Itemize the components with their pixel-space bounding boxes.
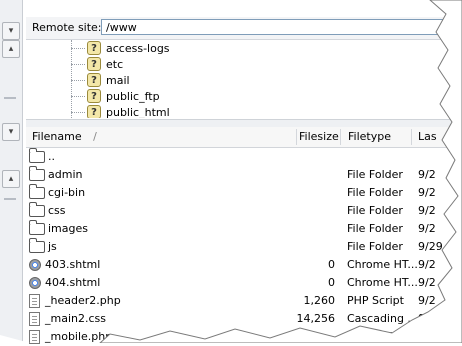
- chevron-down-icon[interactable]: ▾: [2, 22, 20, 40]
- file-name: _mobile.php: [45, 330, 113, 343]
- question-folder-icon: ?: [87, 105, 101, 118]
- file-type: File Folder: [347, 240, 403, 253]
- tree-branch: [71, 95, 85, 97]
- table-row[interactable]: css File Folder 9/2: [26, 202, 462, 220]
- file-name: js: [48, 240, 57, 253]
- file-size: 0: [328, 276, 335, 289]
- file-type: File Folder: [347, 222, 403, 235]
- file-size: 0: [328, 258, 335, 271]
- css-file-icon: [29, 312, 40, 326]
- table-row[interactable]: admin File Folder 9/2: [26, 166, 462, 184]
- column-filetype[interactable]: Filetype: [348, 130, 391, 144]
- remote-site-label: Remote site:: [32, 21, 102, 34]
- file-type: File Folder: [347, 204, 403, 217]
- splitter-grip[interactable]: [4, 198, 16, 200]
- tree-item-label: mail: [106, 73, 130, 87]
- file-type: PHP Script: [347, 330, 404, 343]
- file-name: images: [48, 222, 88, 235]
- file-name: css: [48, 204, 66, 217]
- remote-directory-tree: ? access-logs ? etc ? mail ? public_ftp …: [26, 40, 462, 118]
- column-filesize[interactable]: Filesize: [299, 130, 339, 144]
- file-date: 9/2: [418, 258, 436, 271]
- table-row[interactable]: cgi-bin File Folder 9/2: [26, 184, 462, 202]
- file-list: .. admin File Folder 9/2 cgi-bin File Fo…: [26, 148, 462, 346]
- tree-item[interactable]: ? public_html: [71, 104, 170, 118]
- chevron-up-icon[interactable]: ▴: [2, 170, 20, 188]
- column-divider[interactable]: [296, 129, 297, 145]
- file-date: 9/29: [418, 240, 443, 253]
- php-file-icon: [29, 294, 40, 308]
- file-list-header: Filename / Filesize Filetype Las: [26, 127, 462, 148]
- column-filename[interactable]: Filename /: [32, 130, 97, 144]
- tree-item-label: access-logs: [106, 41, 170, 55]
- folder-icon: [29, 220, 45, 235]
- table-row[interactable]: _header2.php 1,260 PHP Script 9/2: [26, 292, 462, 310]
- chevron-up-icon[interactable]: ▴: [2, 40, 20, 58]
- tree-item-label: public_html: [106, 105, 170, 119]
- table-row[interactable]: images File Folder 9/2: [26, 220, 462, 238]
- file-date: 9/2: [418, 168, 436, 181]
- file-name: 404.shtml: [45, 276, 101, 289]
- tree-item-label: etc: [106, 57, 124, 71]
- table-row[interactable]: ..: [26, 148, 462, 166]
- question-folder-icon: ?: [87, 41, 101, 55]
- folder-icon: [29, 184, 45, 199]
- file-type: File Folder: [347, 186, 403, 199]
- table-row[interactable]: 404.shtml 0 Chrome HT... 9/2: [26, 274, 462, 292]
- file-date: 9/2: [418, 204, 436, 217]
- file-name: cgi-bin: [48, 186, 86, 199]
- file-date: 9/2: [418, 186, 436, 199]
- file-name: ..: [48, 150, 55, 163]
- file-name: 403.shtml: [45, 258, 101, 271]
- tree-item[interactable]: ? access-logs: [71, 40, 170, 56]
- file-date: 9/2: [418, 222, 436, 235]
- folder-icon: [29, 148, 45, 163]
- table-row[interactable]: 403.shtml 0 Chrome HT... 9/2: [26, 256, 462, 274]
- column-divider[interactable]: [340, 129, 341, 145]
- chrome-icon: [29, 277, 41, 289]
- question-folder-icon: ?: [87, 57, 101, 71]
- tree-item[interactable]: ? public_ftp: [71, 88, 160, 104]
- table-row[interactable]: _main2.css 14,256 Cascading ... 9/2: [26, 310, 462, 328]
- left-pane-edge: ▾ ▴ ▾ ▴: [0, 0, 23, 343]
- file-date: 9/2: [418, 312, 436, 325]
- file-type: Cascading ...: [347, 312, 418, 325]
- column-divider[interactable]: [411, 129, 412, 145]
- folder-icon: [29, 202, 45, 217]
- file-type: Chrome HT...: [347, 258, 418, 271]
- chrome-icon: [29, 259, 41, 271]
- question-folder-icon: ?: [87, 89, 101, 103]
- file-type: PHP Script: [347, 294, 404, 307]
- file-size: 1,260: [303, 294, 336, 307]
- sort-indicator-icon: /: [93, 130, 97, 143]
- file-name: _main2.css: [45, 312, 106, 325]
- file-type: Chrome HT...: [347, 276, 418, 289]
- splitter-grip[interactable]: [4, 97, 16, 99]
- table-row[interactable]: _mobile.php PHP Script: [26, 328, 462, 346]
- file-size: 14,256: [296, 312, 336, 325]
- tree-branch: [71, 47, 85, 49]
- tree-item[interactable]: ? etc: [71, 56, 123, 72]
- file-date: 9/2: [418, 276, 436, 289]
- column-last-modified[interactable]: Las: [418, 130, 437, 144]
- folder-icon: [29, 166, 45, 181]
- file-type: File Folder: [347, 168, 403, 181]
- file-date: 9/2: [418, 294, 436, 307]
- php-file-icon: [29, 330, 40, 344]
- tree-item[interactable]: ? mail: [71, 72, 130, 88]
- tree-branch: [71, 79, 85, 81]
- remote-path-input[interactable]: [101, 19, 451, 35]
- file-name: admin: [48, 168, 83, 181]
- chevron-down-icon[interactable]: ▾: [2, 123, 20, 141]
- remote-site-bar: Remote site:: [26, 17, 462, 40]
- question-folder-icon: ?: [87, 73, 101, 87]
- folder-icon: [29, 238, 45, 253]
- tree-branch: [71, 63, 85, 65]
- column-filename-label: Filename: [32, 130, 82, 143]
- file-name: _header2.php: [45, 294, 121, 307]
- tree-branch: [71, 111, 85, 113]
- table-row[interactable]: js File Folder 9/29: [26, 238, 462, 256]
- tree-item-label: public_ftp: [106, 89, 160, 103]
